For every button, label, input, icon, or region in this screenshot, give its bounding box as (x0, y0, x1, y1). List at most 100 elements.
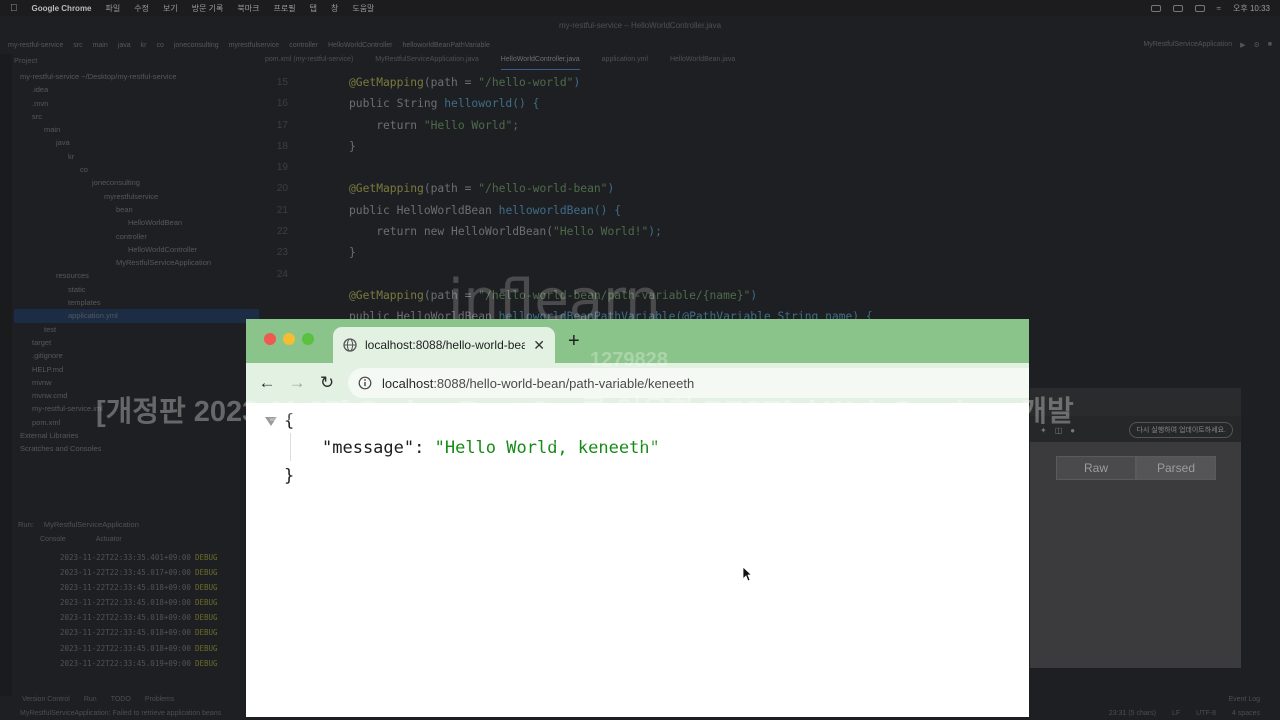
new-tab-button[interactable]: + (568, 331, 580, 351)
run-panel-config[interactable]: MyRestfulServiceApplication (44, 520, 139, 529)
wifi-icon[interactable]: ≈ (1217, 4, 1221, 13)
tree-node[interactable]: .gitignore (14, 349, 259, 362)
tree-node[interactable]: controller (14, 230, 259, 243)
menubar-clock[interactable]: 오후 10:33 (1233, 3, 1270, 14)
apple-menu-icon[interactable]:  (10, 3, 18, 14)
tree-node[interactable]: mvnw.cmd (14, 389, 259, 402)
tool-event-log[interactable]: Event Log (1228, 696, 1260, 703)
menu-edit[interactable]: 수정 (134, 3, 149, 14)
tab-close-icon[interactable]: ✕ (533, 337, 545, 354)
tree-node[interactable]: HELP.md (14, 363, 259, 376)
parsed-button[interactable]: Parsed (1136, 456, 1216, 480)
breadcrumb-item[interactable]: kr (141, 42, 147, 49)
menubar-app-name[interactable]: Google Chrome (32, 4, 92, 13)
browser-tab[interactable]: localhost:8088/hello-world-bean/path-var… (333, 327, 555, 363)
menu-file[interactable]: 파일 (106, 3, 121, 14)
tree-node[interactable]: External Libraries (14, 429, 259, 442)
status-line-sep[interactable]: LF (1172, 710, 1180, 717)
tool-run[interactable]: Run (84, 696, 97, 703)
window-zoom-icon[interactable] (302, 333, 314, 345)
tree-node[interactable]: src (14, 110, 259, 123)
tree-node[interactable]: mvnw (14, 376, 259, 389)
battery-icon[interactable] (1194, 4, 1205, 12)
tool-todo[interactable]: TODO (111, 696, 131, 703)
tree-node[interactable]: my-restful-service.iml (14, 402, 259, 415)
tree-node[interactable]: pom.xml (14, 416, 259, 429)
tree-node[interactable]: bean (14, 203, 259, 216)
line-number: 21 (276, 204, 288, 216)
status-indent[interactable]: 4 spaces (1232, 710, 1260, 717)
tree-node[interactable]: joneconsulting (14, 176, 259, 189)
editor-tab[interactable]: MyRestfulServiceApplication.java (375, 56, 479, 70)
tree-node[interactable]: target (14, 336, 259, 349)
window-minimize-icon[interactable] (283, 333, 295, 345)
tree-node[interactable]: HelloWorldController (14, 243, 259, 256)
tab-console[interactable]: Console (40, 536, 66, 543)
extensions-icon[interactable]: ✦ (1040, 426, 1047, 435)
code-editor[interactable]: @GetMapping(path = "/hello-world") public… (349, 72, 1240, 337)
site-info-icon[interactable] (358, 376, 372, 390)
forward-arrow-icon[interactable]: → (282, 373, 312, 393)
tree-node[interactable]: kr (14, 150, 259, 163)
run-icon[interactable]: ▶ (1240, 41, 1245, 49)
menu-bookmarks[interactable]: 북마크 (237, 3, 259, 14)
menu-view[interactable]: 보기 (163, 3, 178, 14)
tree-node[interactable]: co (14, 163, 259, 176)
editor-tab[interactable]: pom.xml (my-restful-service) (265, 56, 353, 70)
collapse-toggle-icon[interactable] (265, 417, 277, 426)
breadcrumb-item[interactable]: controller (289, 42, 318, 49)
breadcrumb-item[interactable]: main (93, 42, 108, 49)
profile-icon[interactable]: ● (1070, 426, 1075, 435)
breadcrumb-item[interactable]: joneconsulting (174, 42, 219, 49)
breadcrumb-item[interactable]: co (156, 42, 163, 49)
address-url[interactable]: localhost:8088/hello-world-bean/path-var… (382, 376, 694, 391)
sidebar-icon[interactable]: ◫ (1055, 426, 1063, 435)
chat-icon[interactable] (1172, 4, 1183, 12)
back-arrow-icon[interactable]: ← (252, 373, 282, 393)
breadcrumb-item[interactable]: java (118, 42, 131, 49)
screen-share-icon[interactable] (1150, 4, 1161, 12)
tree-node[interactable]: .mvn (14, 97, 259, 110)
tool-version-control[interactable]: Version Control (22, 696, 70, 703)
editor-tab[interactable]: HelloWorldBean.java (670, 56, 735, 70)
breadcrumb-item[interactable]: helloworldBeanPathVariable (402, 42, 489, 49)
tree-node[interactable]: .idea (14, 83, 259, 96)
breadcrumb-item[interactable]: myrestfulservice (229, 42, 280, 49)
tree-node[interactable]: Scratches and Consoles (14, 442, 259, 455)
editor-tab[interactable]: HelloWorldController.java (500, 56, 580, 70)
project-header[interactable]: Project (14, 56, 259, 70)
run-config-selector[interactable]: MyRestfulServiceApplication ▶ ⚙ ■ (1143, 41, 1272, 49)
editor-tab[interactable]: application.yml (602, 56, 648, 70)
breadcrumb-item[interactable]: my-restful-service (8, 42, 63, 49)
tree-node[interactable]: static (14, 283, 259, 296)
window-close-icon[interactable] (264, 333, 276, 345)
stop-icon[interactable]: ■ (1268, 41, 1272, 49)
run-config-label[interactable]: MyRestfulServiceApplication (1143, 41, 1232, 49)
raw-button[interactable]: Raw (1056, 456, 1136, 480)
tool-problems[interactable]: Problems (145, 696, 175, 703)
menu-tab[interactable]: 탭 (310, 3, 317, 14)
reload-icon[interactable]: ↻ (312, 373, 342, 393)
tree-node[interactable]: templates (14, 296, 259, 309)
tab-actuator[interactable]: Actuator (96, 536, 122, 543)
tree-node[interactable]: test (14, 323, 259, 336)
address-bar[interactable]: localhost:8088/hello-world-bean/path-var… (348, 368, 1029, 398)
menu-help[interactable]: 도움말 (352, 3, 374, 14)
menu-window[interactable]: 창 (331, 3, 338, 14)
status-caret[interactable]: 23:31 (5 chars) (1109, 710, 1156, 717)
breadcrumb-item[interactable]: HelloWorldController (328, 42, 392, 49)
tree-node[interactable]: main (14, 123, 259, 136)
tree-node[interactable]: java (14, 136, 259, 149)
menu-profiles[interactable]: 프로필 (273, 3, 295, 14)
tree-node[interactable]: myrestfulservice (14, 190, 259, 203)
debug-icon[interactable]: ⚙ (1253, 41, 1259, 49)
tree-node[interactable]: application.yml (14, 309, 259, 323)
tree-node[interactable]: MyRestfulServiceApplication (14, 256, 259, 269)
breadcrumb-item[interactable]: src (73, 42, 82, 49)
tree-node[interactable]: HelloWorldBean (14, 216, 259, 229)
tree-node[interactable]: resources (14, 269, 259, 282)
update-button[interactable]: 다시 실행하여 업데이트하세요. (1129, 422, 1233, 438)
menu-history[interactable]: 방문 기록 (192, 3, 224, 14)
tree-node[interactable]: my-restful-service ~/Desktop/my-restful-… (14, 70, 259, 83)
status-encoding[interactable]: UTF-8 (1196, 710, 1216, 717)
